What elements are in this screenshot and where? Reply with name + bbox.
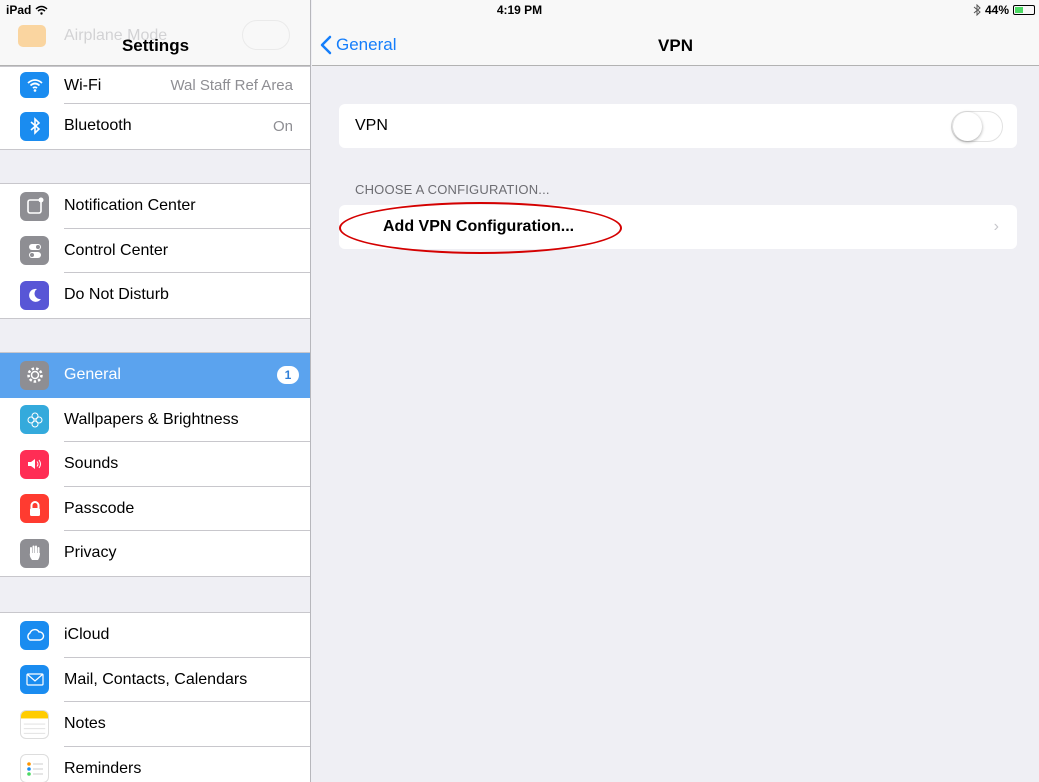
sidebar-item-label: Do Not Disturb bbox=[64, 286, 169, 304]
vpn-label: VPN bbox=[355, 117, 388, 134]
sidebar-item-label: iCloud bbox=[64, 626, 110, 644]
sidebar-item-control-center[interactable]: Control Center bbox=[0, 229, 310, 273]
sidebar-item-mail-contacts-calendars[interactable]: Mail, Contacts, Calendars bbox=[0, 658, 310, 702]
settings-sidebar: Airplane Mode Settings Wi-Fi Wal Staff R… bbox=[0, 0, 311, 782]
flower-icon bbox=[20, 405, 49, 435]
status-bar: iPad 4:19 PM 44% bbox=[0, 0, 1039, 20]
vpn-toggle[interactable] bbox=[951, 111, 1003, 142]
bluetooth-icon bbox=[20, 111, 49, 141]
update-count-badge: 1 bbox=[277, 366, 299, 385]
page-title: VPN bbox=[658, 36, 693, 55]
battery-icon bbox=[1013, 5, 1035, 15]
speaker-icon bbox=[20, 449, 49, 479]
sidebar-group-centers: Notification Center Control Center Do No… bbox=[0, 183, 310, 319]
toggle-knob bbox=[953, 112, 982, 141]
wifi-network-value: Wal Staff Ref Area bbox=[170, 77, 293, 94]
sidebar-item-label: Bluetooth bbox=[64, 117, 132, 135]
cloud-icon bbox=[20, 620, 49, 650]
sidebar-item-label: Privacy bbox=[64, 544, 117, 562]
add-vpn-configuration-label: Add VPN Configuration... bbox=[383, 218, 575, 235]
sidebar-item-label: General bbox=[64, 366, 121, 384]
sidebar-item-label: Notes bbox=[64, 715, 106, 733]
sidebar-item-sounds[interactable]: Sounds bbox=[0, 442, 310, 487]
sidebar-item-label: Wallpapers & Brightness bbox=[64, 410, 239, 428]
envelope-icon bbox=[20, 665, 49, 695]
bluetooth-status-icon bbox=[973, 4, 981, 16]
sidebar-item-notes[interactable]: Notes bbox=[0, 702, 310, 747]
sidebar-item-label: Sounds bbox=[64, 455, 119, 473]
notes-icon bbox=[20, 709, 49, 739]
sidebar-item-label: Reminders bbox=[64, 759, 142, 777]
status-time: 4:19 PM bbox=[496, 3, 543, 17]
sidebar-item-icloud[interactable]: iCloud bbox=[0, 613, 310, 658]
gear-icon bbox=[20, 360, 49, 390]
sidebar-item-label: Notification Center bbox=[64, 197, 196, 215]
sidebar-title: Settings bbox=[121, 36, 190, 55]
lock-icon bbox=[20, 494, 49, 524]
add-vpn-configuration-row[interactable]: Add VPN Configuration... › bbox=[339, 205, 1017, 249]
sidebar-item-do-not-disturb[interactable]: Do Not Disturb bbox=[0, 273, 310, 318]
sidebar-group-general: General 1 Wallpapers & Brightness Sounds… bbox=[0, 352, 310, 577]
bluetooth-value: On bbox=[272, 117, 293, 135]
sidebar-item-label: Wi-Fi bbox=[64, 76, 102, 94]
sidebar-item-label: Passcode bbox=[64, 499, 135, 517]
sidebar-item-reminders[interactable]: Reminders bbox=[0, 747, 310, 782]
sidebar-item-privacy[interactable]: Privacy bbox=[0, 531, 310, 576]
sidebar-item-general[interactable]: General 1 bbox=[0, 353, 310, 398]
sidebar-item-label: Mail, Contacts, Calendars bbox=[64, 670, 248, 688]
sidebar-item-wallpapers-brightness[interactable]: Wallpapers & Brightness bbox=[0, 398, 310, 442]
chevron-right-icon: › bbox=[993, 218, 999, 235]
reminders-icon bbox=[20, 754, 49, 782]
section-header: CHOOSE A CONFIGURATION... bbox=[355, 182, 550, 197]
sidebar-item-passcode[interactable]: Passcode bbox=[0, 487, 310, 531]
moon-icon bbox=[20, 280, 49, 310]
battery-level bbox=[1015, 7, 1023, 13]
sidebar-group-accounts: iCloud Mail, Contacts, Calendars Notes R… bbox=[0, 612, 310, 782]
wifi-icon bbox=[20, 72, 49, 98]
notification-center-icon bbox=[20, 191, 49, 221]
vpn-toggle-row: VPN bbox=[339, 104, 1017, 148]
battery-percent: 44% bbox=[984, 3, 1009, 17]
control-center-icon bbox=[20, 236, 49, 266]
sidebar-item-label: Control Center bbox=[64, 241, 169, 259]
status-bar-right: 44% bbox=[973, 3, 1035, 17]
sidebar-item-bluetooth[interactable]: Bluetooth On bbox=[0, 104, 310, 149]
sidebar-group-connectivity: Wi-Fi Wal Staff Ref Area Bluetooth On bbox=[0, 66, 310, 150]
sidebar-item-wifi[interactable]: Wi-Fi Wal Staff Ref Area bbox=[0, 67, 310, 104]
hand-icon bbox=[20, 538, 49, 568]
sidebar-item-notification-center[interactable]: Notification Center bbox=[0, 184, 310, 229]
